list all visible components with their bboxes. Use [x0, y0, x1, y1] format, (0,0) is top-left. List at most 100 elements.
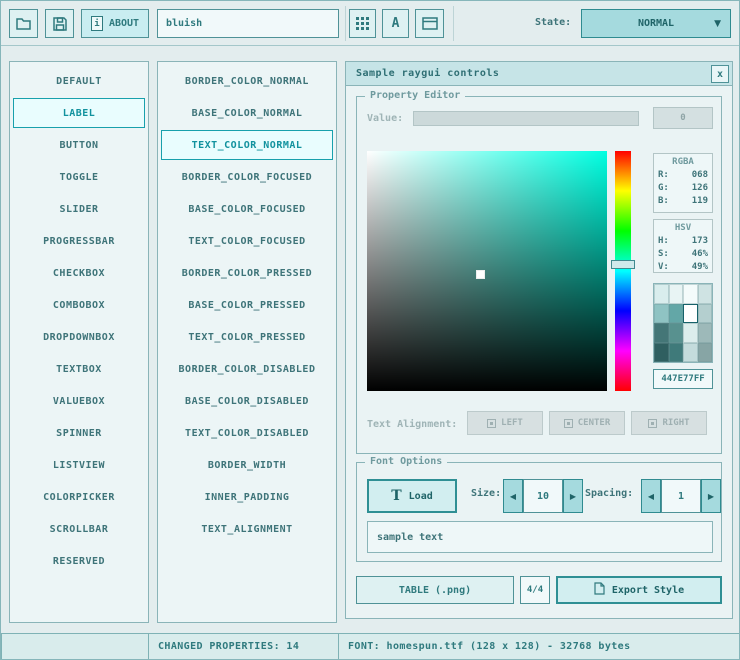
align-left-button[interactable]: LEFT — [467, 411, 543, 435]
property-item-text-alignment[interactable]: TEXT_ALIGNMENT — [161, 514, 333, 544]
color-swatch[interactable] — [683, 343, 698, 363]
property-item-base-color-pressed[interactable]: BASE_COLOR_PRESSED — [161, 290, 333, 320]
color-swatch[interactable] — [654, 304, 669, 324]
property-item-border-color-normal[interactable]: BORDER_COLOR_NORMAL — [161, 66, 333, 96]
control-item-colorpicker[interactable]: COLORPICKER — [13, 482, 145, 512]
state-label: State: — [535, 17, 571, 28]
align-right-label: RIGHT — [662, 418, 689, 428]
info-icon: i — [91, 16, 103, 31]
font-spacing-value[interactable]: 1 — [661, 479, 701, 513]
color-picker-cursor[interactable] — [477, 271, 484, 278]
load-font-label: Load — [409, 491, 433, 502]
color-swatch[interactable] — [654, 284, 669, 304]
property-item-text-color-pressed[interactable]: TEXT_COLOR_PRESSED — [161, 322, 333, 352]
property-editor-group-label: Property Editor — [365, 90, 465, 101]
property-item-text-color-focused[interactable]: TEXT_COLOR_FOCUSED — [161, 226, 333, 256]
control-item-toggle[interactable]: TOGGLE — [13, 162, 145, 192]
color-swatch[interactable] — [683, 323, 698, 343]
control-item-textbox[interactable]: TEXTBOX — [13, 354, 145, 384]
control-item-default[interactable]: DEFAULT — [13, 66, 145, 96]
property-item-border-color-focused[interactable]: BORDER_COLOR_FOCUSED — [161, 162, 333, 192]
color-swatch[interactable] — [669, 343, 684, 363]
close-button[interactable]: x — [711, 65, 729, 83]
control-preview-button[interactable] — [415, 9, 444, 38]
window-icon — [422, 17, 438, 30]
property-item-text-color-normal[interactable]: TEXT_COLOR_NORMAL — [161, 130, 333, 160]
font-size-increase-button[interactable]: ▶ — [563, 479, 583, 513]
control-item-spinner[interactable]: SPINNER — [13, 418, 145, 448]
value-box[interactable]: 0 — [653, 107, 713, 129]
v-value: 49% — [692, 261, 708, 274]
property-item-border-color-pressed[interactable]: BORDER_COLOR_PRESSED — [161, 258, 333, 288]
property-item-base-color-disabled[interactable]: BASE_COLOR_DISABLED — [161, 386, 333, 416]
font-size-text: 10 — [537, 491, 549, 502]
hue-slider-handle[interactable] — [611, 260, 635, 269]
font-size-value[interactable]: 10 — [523, 479, 563, 513]
font-size-decrease-button[interactable]: ◀ — [503, 479, 523, 513]
control-item-button[interactable]: BUTTON — [13, 130, 145, 160]
color-swatch[interactable] — [669, 284, 684, 304]
hue-slider[interactable] — [615, 151, 631, 391]
font-spacing-decrease-button[interactable]: ◀ — [641, 479, 661, 513]
b-label: B: — [658, 195, 669, 208]
control-item-reserved[interactable]: RESERVED — [13, 546, 145, 576]
control-item-dropdownbox[interactable]: DROPDOWNBOX — [13, 322, 145, 352]
control-item-scrollbar[interactable]: SCROLLBAR — [13, 514, 145, 544]
font-spacing-increase-button[interactable]: ▶ — [701, 479, 721, 513]
control-item-listview[interactable]: LISTVIEW — [13, 450, 145, 480]
color-saturation-value-panel[interactable] — [367, 151, 607, 391]
style-name-input[interactable]: bluish — [157, 9, 339, 38]
control-item-checkbox[interactable]: CHECKBOX — [13, 258, 145, 288]
align-center-button[interactable]: CENTER — [549, 411, 625, 435]
font-size-label: Size: — [471, 488, 501, 499]
value-slider[interactable] — [413, 111, 639, 126]
color-swatch[interactable] — [698, 343, 713, 363]
color-swatch[interactable] — [669, 304, 684, 324]
color-swatch-selected[interactable] — [683, 304, 698, 324]
folder-icon — [15, 16, 32, 31]
control-item-combobox[interactable]: COMBOBOX — [13, 290, 145, 320]
hex-color-input[interactable]: 447E77FF — [653, 369, 713, 389]
property-item-base-color-focused[interactable]: BASE_COLOR_FOCUSED — [161, 194, 333, 224]
align-right-button[interactable]: RIGHT — [631, 411, 707, 435]
table-png-label: TABLE (.png) — [399, 585, 471, 596]
state-dropdown[interactable]: NORMAL ▼ — [581, 9, 731, 38]
color-swatch[interactable] — [669, 323, 684, 343]
sample-text-input[interactable]: sample text — [367, 521, 713, 553]
b-value: 119 — [692, 195, 708, 208]
export-style-button[interactable]: Export Style — [556, 576, 722, 604]
control-item-label[interactable]: LABEL — [13, 98, 145, 128]
color-swatch[interactable] — [698, 284, 713, 304]
load-font-button[interactable]: T Load — [367, 479, 457, 513]
v-label: V: — [658, 261, 669, 274]
font-a-icon: A — [392, 16, 400, 31]
color-swatch[interactable] — [683, 284, 698, 304]
g-value: 126 — [692, 182, 708, 195]
table-png-button[interactable]: TABLE (.png) — [356, 576, 514, 604]
arrow-right-icon: ▶ — [708, 492, 714, 501]
export-style-label: Export Style — [612, 585, 684, 596]
panel-title-bar: Sample raygui controls — [346, 62, 732, 86]
font-info-text: FONT: homespun.ttf (128 x 128) - 32768 b… — [348, 641, 631, 652]
property-item-border-color-disabled[interactable]: BORDER_COLOR_DISABLED — [161, 354, 333, 384]
about-button-label: ABOUT — [109, 18, 139, 29]
control-item-slider[interactable]: SLIDER — [13, 194, 145, 224]
about-button[interactable]: i ABOUT — [81, 9, 149, 38]
panel-title: Sample raygui controls — [356, 68, 499, 79]
color-swatch[interactable] — [698, 304, 713, 324]
control-item-progressbar[interactable]: PROGRESSBAR — [13, 226, 145, 256]
export-format-value[interactable]: 4/4 — [520, 576, 550, 604]
color-swatch[interactable] — [654, 323, 669, 343]
color-swatch[interactable] — [654, 343, 669, 363]
property-item-text-color-disabled[interactable]: TEXT_COLOR_DISABLED — [161, 418, 333, 448]
style-table-button[interactable] — [349, 9, 376, 38]
property-item-base-color-normal[interactable]: BASE_COLOR_NORMAL — [161, 98, 333, 128]
color-swatch[interactable] — [698, 323, 713, 343]
open-style-button[interactable] — [9, 9, 38, 38]
toolbar-separator — [345, 6, 346, 41]
save-style-button[interactable] — [45, 9, 74, 38]
property-item-border-width[interactable]: BORDER_WIDTH — [161, 450, 333, 480]
control-item-valuebox[interactable]: VALUEBOX — [13, 386, 145, 416]
property-item-inner-padding[interactable]: INNER_PADDING — [161, 482, 333, 512]
font-preview-button[interactable]: A — [382, 9, 409, 38]
